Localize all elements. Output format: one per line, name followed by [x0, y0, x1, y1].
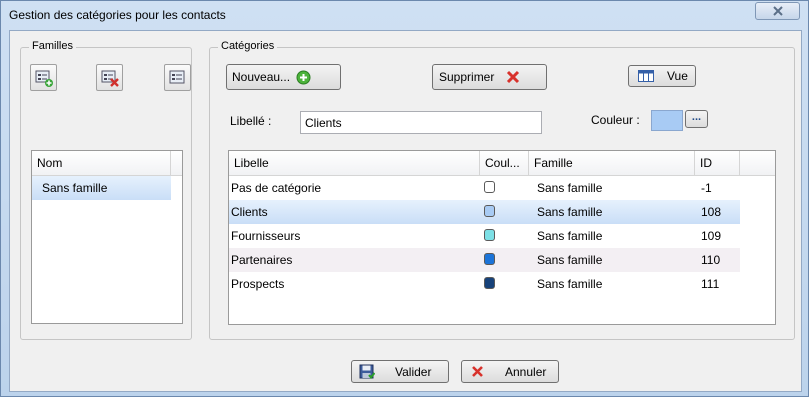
edit-family-button[interactable]	[164, 64, 191, 91]
view-button[interactable]: Vue	[628, 65, 696, 87]
new-category-label: Nouveau...	[232, 70, 291, 84]
table-row[interactable]: Pas de catégorie Sans famille -1	[229, 176, 740, 200]
color-swatch[interactable]	[651, 110, 683, 131]
family-name: Sans famille	[42, 181, 108, 195]
categories-table-header: Libelle Coul... Famille ID	[229, 151, 775, 176]
couleur-label: Couleur :	[591, 113, 640, 127]
dialog-client-area: Familles Nom Sans famille Catégories Nou…	[9, 30, 802, 392]
category-id: 110	[701, 253, 721, 267]
cancel-label: Annuler	[505, 364, 547, 379]
categories-legend: Catégories	[218, 40, 278, 52]
validate-label: Valider	[395, 364, 432, 379]
familles-list[interactable]: Nom Sans famille	[31, 150, 183, 324]
category-color-swatch	[484, 229, 495, 241]
category-color-swatch	[484, 205, 495, 217]
add-family-button[interactable]	[30, 64, 57, 91]
category-family: Sans famille	[537, 205, 603, 219]
table-view-icon	[638, 70, 654, 82]
delete-category-label: Supprimer	[439, 70, 495, 84]
view-label: Vue	[667, 69, 688, 83]
column-header-couleur[interactable]: Coul...	[480, 151, 529, 175]
libelle-input[interactable]	[300, 111, 542, 134]
edit-family-icon	[169, 70, 185, 84]
category-family: Sans famille	[537, 253, 603, 267]
column-header-nom[interactable]: Nom	[32, 151, 171, 175]
familles-group: Familles Nom Sans famille	[20, 40, 192, 340]
category-label: Pas de catégorie	[231, 181, 322, 195]
add-family-icon	[35, 70, 53, 87]
new-category-button[interactable]: Nouveau...	[226, 64, 341, 90]
cancel-button[interactable]: Annuler	[461, 360, 559, 383]
table-row[interactable]: Clients Sans famille 108	[229, 200, 740, 224]
color-picker-label: ...	[691, 111, 702, 123]
familles-legend: Familles	[29, 40, 76, 52]
close-button[interactable]	[755, 2, 800, 20]
close-icon	[772, 6, 783, 16]
delete-family-button[interactable]	[96, 64, 123, 91]
column-header-id[interactable]: ID	[695, 151, 740, 175]
category-id: 108	[701, 205, 722, 219]
list-item[interactable]: Sans famille	[32, 176, 171, 200]
category-color-swatch	[484, 277, 495, 289]
category-id: 109	[701, 229, 722, 243]
column-header-libelle[interactable]: Libelle	[229, 151, 480, 175]
table-row[interactable]: Partenaires Sans famille 110	[229, 248, 740, 272]
category-id: -1	[701, 181, 712, 195]
dialog-window: Gestion des catégories pour les contacts…	[0, 0, 809, 397]
color-picker-button[interactable]: ...	[685, 110, 708, 128]
cancel-icon	[472, 366, 483, 377]
category-color-swatch	[484, 253, 495, 265]
column-header-famille[interactable]: Famille	[529, 151, 695, 175]
column-header-filler	[740, 151, 775, 175]
category-label: Partenaires	[231, 253, 293, 267]
category-color-swatch	[484, 181, 495, 193]
title-bar[interactable]: Gestion des catégories pour les contacts	[1, 1, 808, 29]
save-icon	[359, 364, 375, 379]
add-icon	[296, 70, 311, 84]
category-family: Sans famille	[537, 181, 603, 195]
column-header-filler	[171, 151, 182, 175]
familles-header: Nom	[32, 151, 182, 176]
category-family: Sans famille	[537, 277, 603, 291]
categories-group: Catégories Nouveau... Supprimer Vue Libe…	[209, 40, 795, 340]
validate-button[interactable]: Valider	[351, 360, 449, 383]
category-id: 111	[701, 277, 720, 291]
table-row[interactable]: Fournisseurs Sans famille 109	[229, 224, 740, 248]
categories-table[interactable]: Libelle Coul... Famille ID Pas de catégo…	[228, 150, 776, 325]
category-label: Prospects	[231, 277, 285, 291]
window-title: Gestion des catégories pour les contacts	[9, 8, 226, 22]
table-row[interactable]: Prospects Sans famille 111	[229, 272, 740, 296]
category-label: Clients	[231, 205, 268, 219]
libelle-label: Libellé :	[230, 114, 272, 128]
category-family: Sans famille	[537, 229, 603, 243]
delete-category-button[interactable]: Supprimer	[432, 64, 547, 90]
category-label: Fournisseurs	[231, 229, 301, 243]
delete-family-icon	[101, 70, 119, 87]
delete-icon	[507, 70, 520, 84]
